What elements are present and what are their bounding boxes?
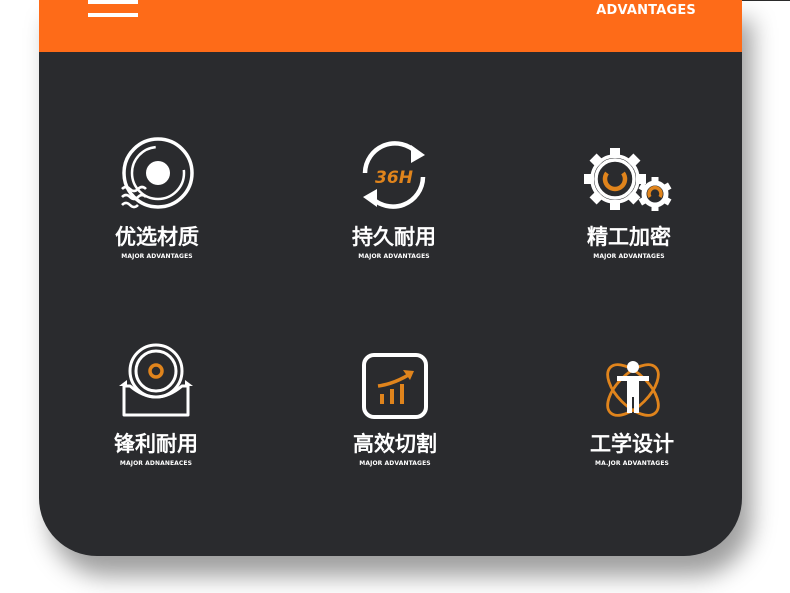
- feature-subtitle: MAJOR ADVANTAGES: [593, 253, 665, 260]
- banner-caption: ADVANTAGES: [596, 3, 696, 18]
- svg-text:36H: 36H: [375, 168, 413, 188]
- feature-subtitle: MAJOR ADVANTAGES: [358, 253, 430, 260]
- feature-subtitle: MAJOR ADVANTAGES: [359, 460, 431, 467]
- menu-bar: [88, 13, 138, 17]
- feature-subtitle: MAJOR ADVANTAGES: [121, 253, 193, 260]
- efficiency-chart-icon: [315, 340, 475, 430]
- feature-title: 持久耐用: [352, 225, 436, 249]
- feature-title: 工学设计: [590, 432, 674, 456]
- feature-title: 锋利耐用: [114, 432, 198, 456]
- advantages-card: ADVANTAGES 优选材质 MAJOR ADVANTAGES 36H 持久耐…: [39, 0, 742, 556]
- ergonomic-figure-icon: [552, 340, 712, 430]
- feature-title: 高效切割: [353, 432, 437, 456]
- sharp-blade-icon: [76, 340, 236, 430]
- feature-title: 优选材质: [115, 225, 199, 249]
- header-banner: ADVANTAGES: [39, 0, 742, 52]
- top-divider: [740, 0, 790, 1]
- menu-bar: [88, 0, 138, 4]
- feature-subtitle: MAJOR ADNANEACES: [119, 460, 193, 467]
- material-disc-icon: [77, 133, 237, 223]
- feature-title: 精工加密: [587, 225, 671, 249]
- page: ADVANTAGES 优选材质 MAJOR ADVANTAGES 36H 持久耐…: [0, 0, 790, 593]
- feature-subtitle: MA.JOR ADVANTAGES: [595, 460, 669, 467]
- durability-36h-icon: 36H: [314, 133, 474, 223]
- precision-gears-icon: [549, 133, 709, 223]
- hamburger-menu-icon[interactable]: [88, 0, 138, 18]
